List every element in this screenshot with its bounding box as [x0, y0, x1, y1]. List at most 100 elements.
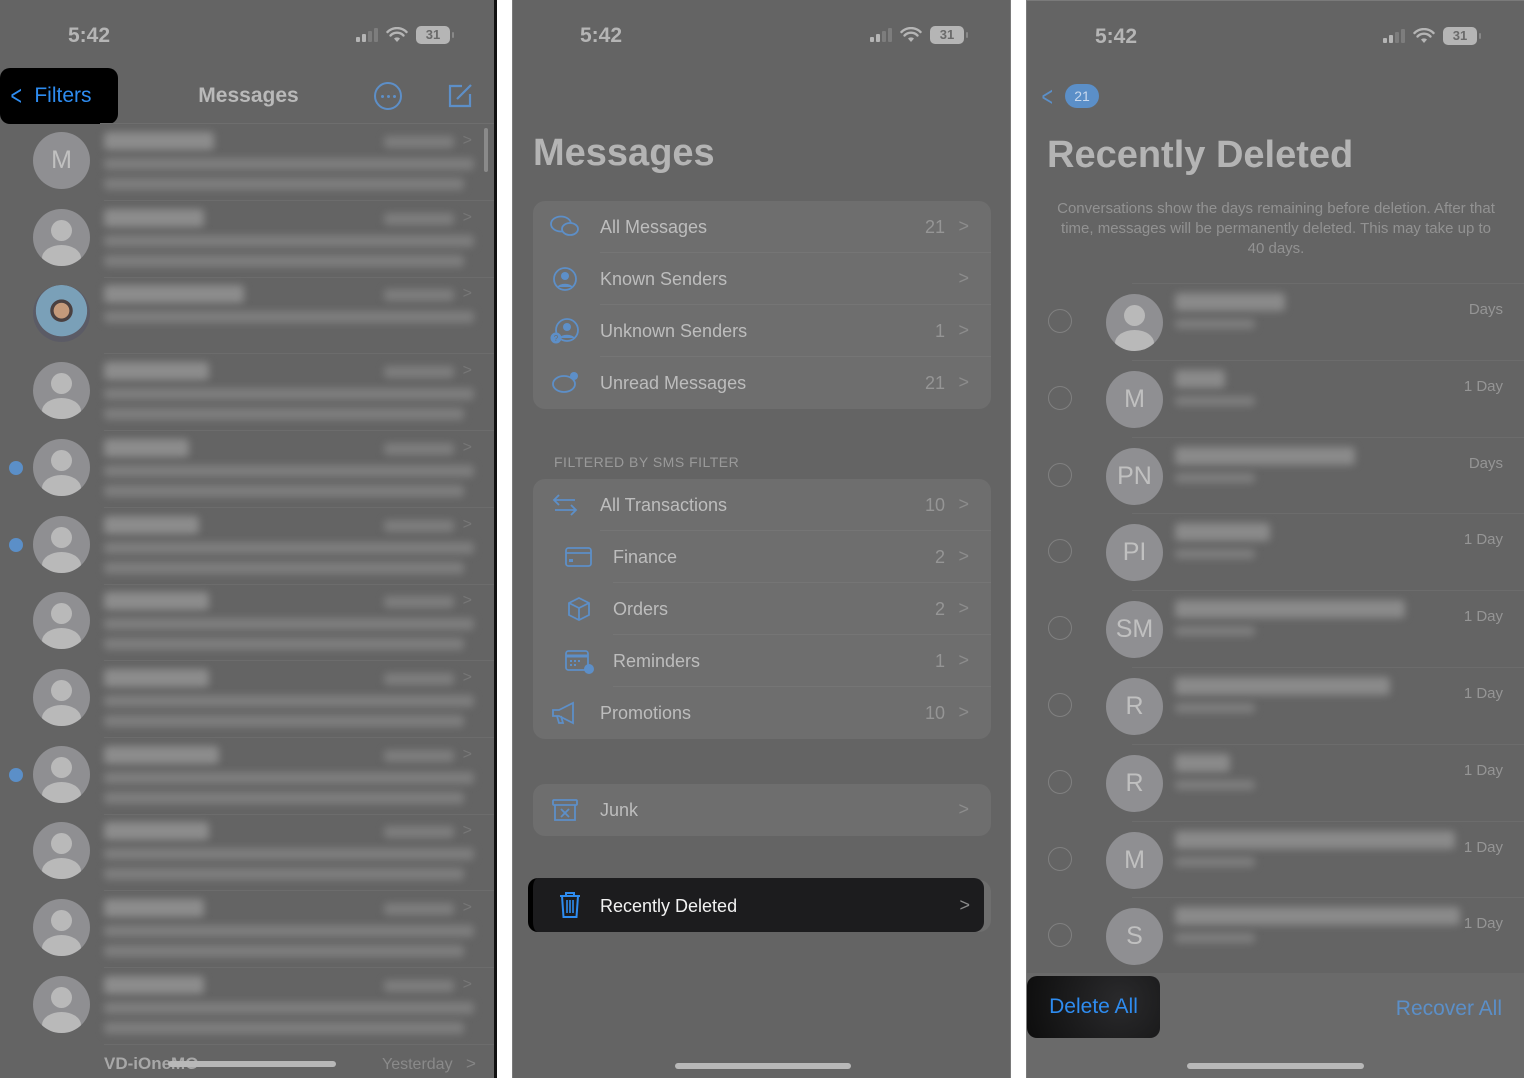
- conversation-name-redacted: [1175, 753, 1230, 772]
- delete-all-button[interactable]: Delete All: [1027, 976, 1160, 1038]
- timestamp-redacted: [384, 519, 454, 532]
- home-indicator[interactable]: [168, 1061, 336, 1067]
- select-radio[interactable]: [1048, 769, 1072, 794]
- home-indicator[interactable]: [675, 1063, 851, 1069]
- person-circle-icon: [553, 267, 577, 291]
- chevron-right-icon: >: [958, 216, 969, 236]
- chat-bubbles-icon: [550, 215, 579, 236]
- message-count-redacted: [1175, 856, 1255, 867]
- message-preview-redacted: [104, 694, 474, 707]
- compose-icon[interactable]: [446, 82, 474, 110]
- select-radio[interactable]: [1048, 309, 1072, 333]
- filter-unknown-senders[interactable]: ? Unknown Senders 1 >: [533, 305, 991, 357]
- deleted-conversation-row[interactable]: M 1 Day: [1027, 359, 1524, 437]
- days-remaining: 1 Day: [1463, 838, 1503, 856]
- filter-finance[interactable]: Finance 2 >: [533, 531, 991, 583]
- avatar: [33, 822, 90, 880]
- deleted-conversation-row[interactable]: R 1 Day: [1027, 743, 1524, 821]
- message-preview-redacted: [104, 234, 474, 247]
- message-preview-redacted: [104, 848, 474, 861]
- deleted-conversation-row[interactable]: Days: [1027, 283, 1524, 360]
- filter-label: Promotions: [600, 703, 692, 723]
- message-preview-redacted: [104, 311, 474, 324]
- conversation-name-redacted: [1175, 677, 1390, 695]
- deleted-conversation-row[interactable]: PI 1 Day: [1027, 513, 1524, 590]
- avatar: S: [1106, 908, 1163, 966]
- filter-all-transactions[interactable]: All Transactions 10 >: [533, 479, 991, 531]
- filter-label: Junk: [600, 800, 639, 820]
- conversation-name-redacted: [104, 668, 209, 687]
- filter-reminders[interactable]: Reminders 1 >: [533, 635, 991, 687]
- conversation-row[interactable]: >: [0, 431, 494, 508]
- filter-unread-messages[interactable]: Unread Messages 21 >: [533, 357, 991, 409]
- more-options-button[interactable]: [374, 82, 402, 110]
- message-count-redacted: [1175, 319, 1255, 329]
- avatar: PI: [1106, 524, 1163, 582]
- chevron-right-icon: >: [958, 372, 969, 392]
- select-radio[interactable]: [1048, 385, 1072, 410]
- conversation-row[interactable]: >: [0, 661, 494, 738]
- home-indicator[interactable]: [1187, 1063, 1364, 1069]
- chevron-right-icon: >: [462, 285, 472, 303]
- message-preview-redacted: [104, 408, 464, 421]
- conversation-row[interactable]: >: [0, 277, 494, 355]
- trash-icon: [560, 892, 580, 918]
- avatar: R: [1106, 754, 1163, 812]
- select-radio[interactable]: [1048, 462, 1072, 487]
- message-preview-redacted: [104, 464, 474, 477]
- filter-all-messages[interactable]: All Messages 21 >: [533, 201, 991, 253]
- conversation-row[interactable]: >: [0, 814, 494, 892]
- days-remaining: 1 Day: [1463, 608, 1503, 626]
- chevron-right-icon: >: [462, 515, 472, 533]
- conversation-row[interactable]: >: [0, 738, 494, 815]
- cellular-signal-icon: [870, 28, 892, 42]
- filter-known-senders[interactable]: Known Senders >: [533, 253, 991, 305]
- recently-deleted-button[interactable]: Recently Deleted >: [528, 878, 984, 932]
- select-radio[interactable]: [1048, 846, 1072, 871]
- conversation-row[interactable]: >: [0, 968, 494, 1045]
- wifi-icon: [900, 27, 922, 42]
- conversation-row[interactable]: >: [0, 584, 494, 662]
- timestamp-redacted: [384, 136, 454, 148]
- back-chevron-icon[interactable]: <: [1041, 81, 1052, 113]
- select-radio[interactable]: [1048, 693, 1072, 717]
- junk-bin-icon: [552, 799, 578, 821]
- filter-promotions[interactable]: Promotions 10 >: [533, 687, 991, 739]
- deleted-conversation-row[interactable]: M 1 Day: [1027, 820, 1524, 898]
- filter-junk[interactable]: Junk >: [533, 784, 991, 836]
- filter-orders[interactable]: Orders 2 >: [533, 583, 991, 635]
- conversation-row[interactable]: M >: [0, 124, 494, 201]
- person-placeholder-icon: [33, 746, 90, 803]
- deleted-conversation-row[interactable]: PN Days: [1027, 436, 1524, 514]
- status-time: 5:42: [1095, 25, 1138, 48]
- deleted-conversation-row[interactable]: SM 1 Day: [1027, 590, 1524, 667]
- conversation-row[interactable]: >: [0, 201, 494, 278]
- person-placeholder-icon: [1106, 294, 1163, 351]
- recover-all-button[interactable]: Recover All: [1396, 997, 1502, 1021]
- chevron-right-icon: >: [958, 598, 969, 618]
- deleted-conversation-row[interactable]: S 1 Day: [1027, 897, 1524, 974]
- select-radio[interactable]: [1048, 923, 1072, 948]
- message-count-redacted: [1175, 395, 1255, 406]
- person-placeholder-icon: [33, 592, 90, 650]
- conversation-row[interactable]: >: [0, 354, 494, 432]
- message-preview-redacted: [104, 561, 464, 574]
- select-radio[interactable]: [1048, 616, 1072, 641]
- credit-card-icon: [565, 547, 592, 567]
- avatar: [1106, 294, 1163, 351]
- filter-label: Unread Messages: [600, 373, 747, 393]
- message-preview-redacted: [104, 254, 464, 267]
- conversation-row[interactable]: >: [0, 508, 494, 585]
- conversation-name-redacted: [1175, 830, 1455, 849]
- page-title: Messages: [533, 132, 715, 174]
- conversation-row[interactable]: >: [0, 891, 494, 968]
- back-count-badge[interactable]: 21: [1065, 84, 1099, 108]
- svg-text:?: ?: [554, 334, 559, 343]
- select-radio[interactable]: [1048, 539, 1072, 564]
- message-preview-redacted: [104, 158, 474, 170]
- deleted-conversation-row[interactable]: R 1 Day: [1027, 667, 1524, 744]
- avatar: M: [1106, 370, 1163, 428]
- avatar: R: [1106, 678, 1163, 735]
- filter-label: All Messages: [600, 217, 708, 237]
- conversation-name-redacted: [104, 362, 209, 381]
